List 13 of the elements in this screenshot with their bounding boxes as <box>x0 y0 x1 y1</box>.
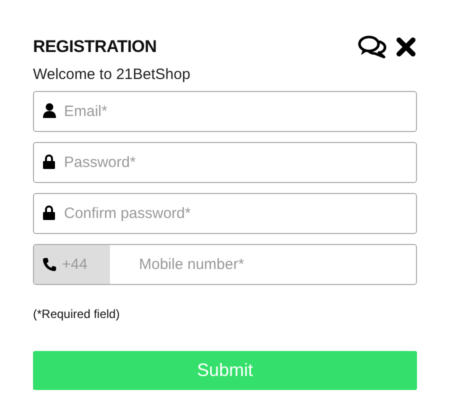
welcome-text: Welcome to 21BetShop <box>33 66 192 83</box>
phone-icon <box>42 257 57 272</box>
email-field[interactable]: Email* <box>33 91 417 132</box>
close-icon[interactable] <box>396 37 416 57</box>
password-field[interactable]: Confirm password* <box>33 193 417 234</box>
dialog-title: REGISTRATION <box>33 37 157 57</box>
country-code-text: +44 <box>62 256 88 273</box>
country-code[interactable]: +44 <box>34 245 110 284</box>
submit-button[interactable]: Submit <box>33 351 417 390</box>
required-note: (*Required field) <box>33 307 121 321</box>
chat-icon[interactable] <box>358 35 387 59</box>
password-field[interactable]: Password* <box>33 142 417 183</box>
phone-field[interactable]: +44 Mobile number* <box>33 244 417 285</box>
